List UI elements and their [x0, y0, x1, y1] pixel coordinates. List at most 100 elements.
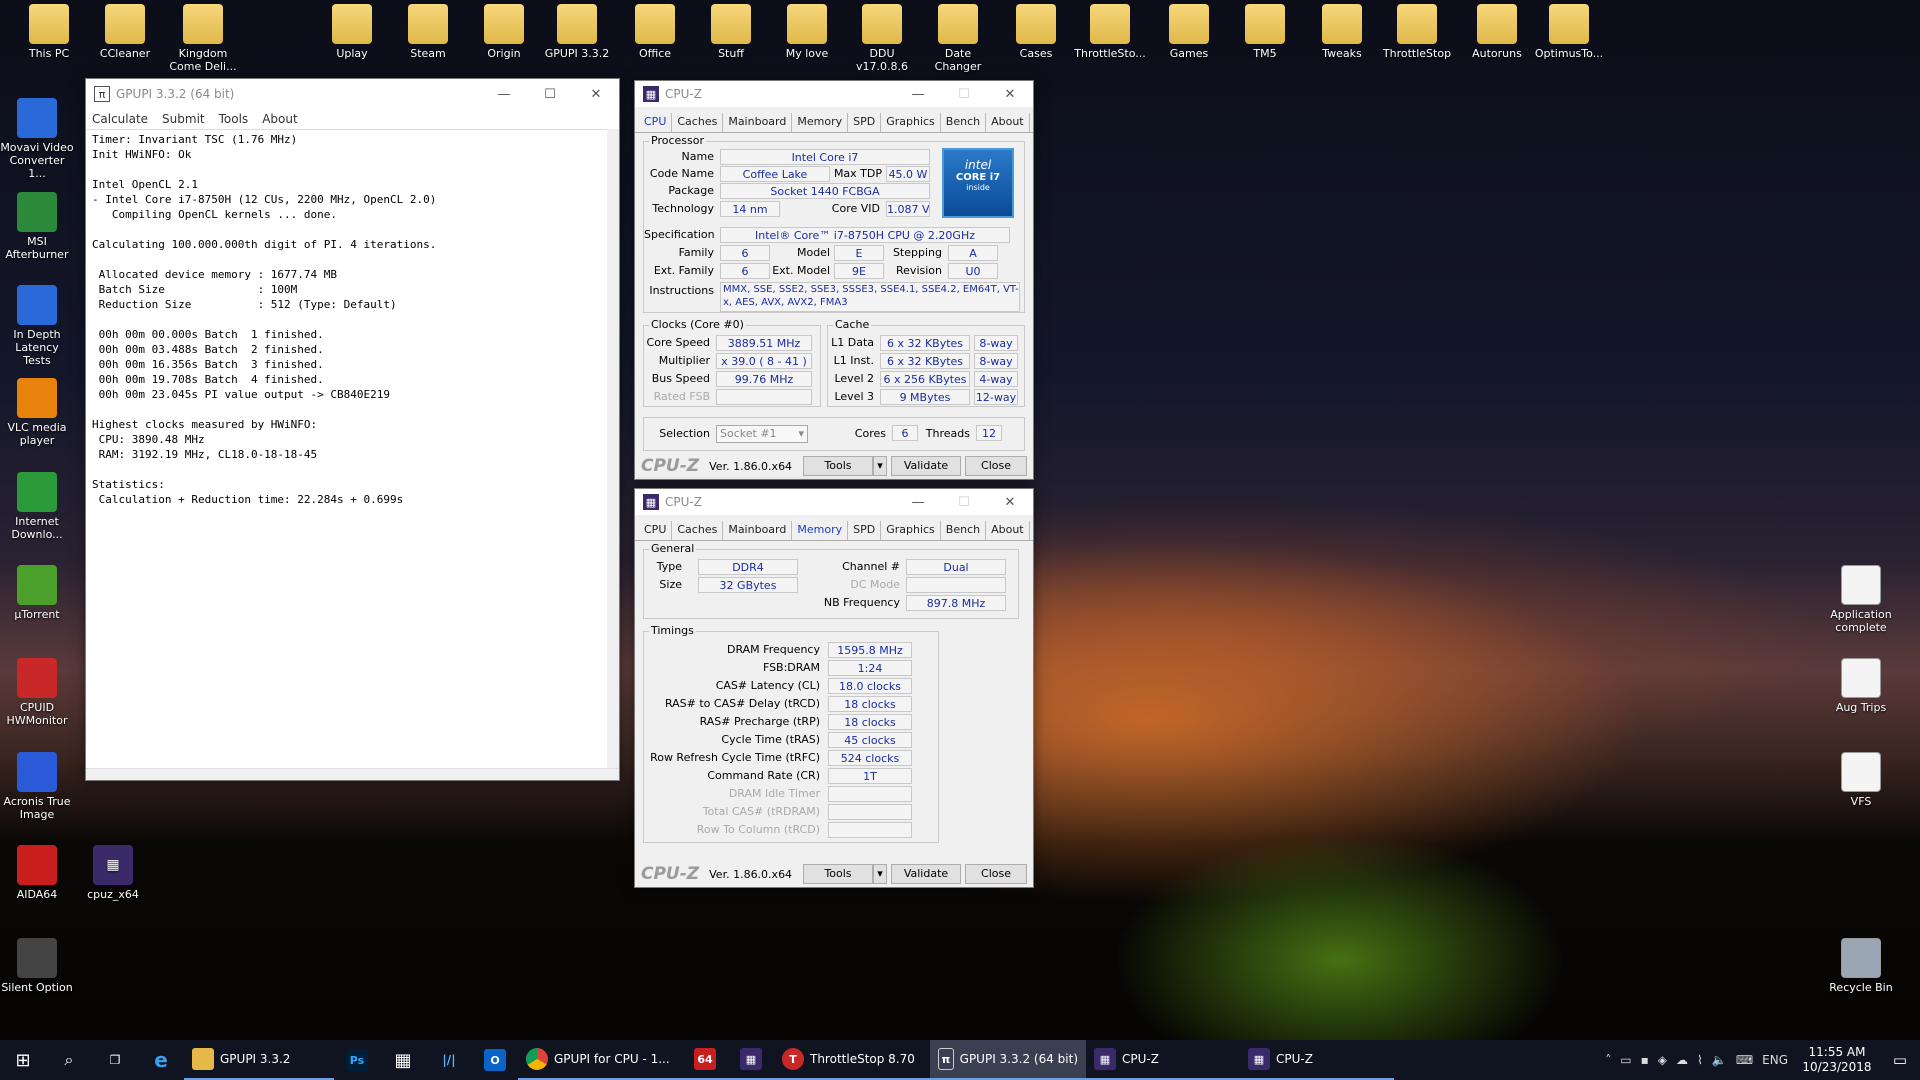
- tab-bench[interactable]: Bench: [941, 521, 987, 540]
- taskbar-cpuz-2[interactable]: ▦ CPU-Z: [1240, 1040, 1394, 1080]
- tab-mainboard[interactable]: Mainboard: [723, 113, 793, 132]
- desktop-icon-steam[interactable]: Steam: [391, 4, 465, 60]
- desktop-icon-optimusto[interactable]: OptimusTo...: [1532, 4, 1606, 60]
- desktop-icon-vlc-media-player[interactable]: VLC media player: [0, 378, 74, 447]
- tab-about[interactable]: About: [986, 521, 1030, 540]
- vertical-scrollbar[interactable]: [607, 129, 619, 768]
- desktop-icon-aida64[interactable]: AIDA64: [0, 845, 74, 901]
- tab-about[interactable]: About: [986, 113, 1030, 132]
- menu-submit[interactable]: Submit: [162, 112, 205, 126]
- tab-cpu[interactable]: CPU: [639, 113, 673, 132]
- tab-graphics[interactable]: Graphics: [881, 113, 941, 132]
- tray-app-icon[interactable]: ▭: [1620, 1053, 1631, 1067]
- language-indicator[interactable]: ENG: [1762, 1053, 1788, 1067]
- minimize-button[interactable]: —: [481, 79, 527, 109]
- minimize-button[interactable]: —: [895, 79, 941, 109]
- cloud-icon[interactable]: ☁: [1676, 1053, 1688, 1067]
- tray-app-icon[interactable]: ▪: [1641, 1053, 1649, 1067]
- tab-caches[interactable]: Caches: [672, 521, 724, 540]
- taskbar-throttlestop[interactable]: T ThrottleStop 8.70: [774, 1040, 930, 1080]
- close-button[interactable]: ✕: [573, 79, 619, 109]
- desktop-icon-gpupi-3-3-2[interactable]: GPUPI 3.3.2: [540, 4, 614, 60]
- desktop-icon-in-depth-latency-tests[interactable]: In Depth Latency Tests: [0, 285, 74, 367]
- desktop-icon-kingdom-come-deli[interactable]: Kingdom Come Deli...: [166, 4, 240, 73]
- socket-select[interactable]: Socket #1 ▾: [716, 425, 808, 443]
- validate-button[interactable]: Validate: [891, 864, 961, 884]
- calculator-button[interactable]: ▦: [380, 1040, 426, 1080]
- desktop-icon-autoruns[interactable]: Autoruns: [1460, 4, 1534, 60]
- desktop-icon-cases[interactable]: Cases: [999, 4, 1073, 60]
- desktop-icon-cpuid-hwmonitor[interactable]: CPUID HWMonitor: [0, 658, 74, 727]
- desktop-icon-msi-afterburner[interactable]: MSI Afterburner: [0, 192, 74, 261]
- tab-cpu[interactable]: CPU: [639, 521, 673, 540]
- tools-dropdown-button[interactable]: ▾: [873, 456, 887, 476]
- keyboard-icon[interactable]: ⌨: [1736, 1053, 1753, 1067]
- desktop-icon-vfs[interactable]: VFS: [1824, 752, 1898, 808]
- desktop-icon-stuff[interactable]: Stuff: [694, 4, 768, 60]
- maximize-button[interactable]: ☐: [941, 79, 987, 109]
- photoshop-button[interactable]: Ps: [334, 1040, 380, 1080]
- maximize-button[interactable]: ☐: [527, 79, 573, 109]
- desktop-icon-recycle-bin[interactable]: Recycle Bin: [1824, 938, 1898, 994]
- tools-button[interactable]: Tools: [803, 864, 873, 884]
- tab-caches[interactable]: Caches: [672, 113, 724, 132]
- close-button[interactable]: Close: [965, 864, 1027, 884]
- taskbar-chrome[interactable]: GPUPI for CPU - 1...: [518, 1040, 682, 1080]
- taskbar-gpupi[interactable]: π GPUPI 3.3.2 (64 bit): [930, 1040, 1086, 1080]
- tab-mainboard[interactable]: Mainboard: [723, 521, 793, 540]
- minimize-button[interactable]: —: [895, 487, 941, 517]
- start-button[interactable]: ⊞: [0, 1040, 46, 1080]
- desktop-icon-movavi-video-converter-1[interactable]: Movavi Video Converter 1...: [0, 98, 74, 180]
- desktop-icon-torrent[interactable]: µTorrent: [0, 565, 74, 621]
- cpuz-pin-button[interactable]: ▦: [728, 1040, 774, 1080]
- desktop-icon-ddu-v17-0-8-6[interactable]: DDU v17.0.8.6: [845, 4, 919, 73]
- desktop-icon-origin[interactable]: Origin: [467, 4, 541, 60]
- tools-button[interactable]: Tools: [803, 456, 873, 476]
- tab-bench[interactable]: Bench: [941, 113, 987, 132]
- desktop-icon-my-love[interactable]: My love: [770, 4, 844, 60]
- cpuz-titlebar[interactable]: ▦ CPU-Z — ☐ ✕: [635, 81, 1033, 107]
- gpupi-titlebar[interactable]: π GPUPI 3.3.2 (64 bit) — ☐ ✕: [86, 79, 619, 109]
- desktop-icon-application-complete[interactable]: Application complete: [1824, 565, 1898, 634]
- network-icon[interactable]: ⌇: [1697, 1053, 1703, 1067]
- clock[interactable]: 11:55 AM 10/23/2018: [1794, 1045, 1880, 1075]
- desktop-icon-uplay[interactable]: Uplay: [315, 4, 389, 60]
- aida64-button[interactable]: 64: [682, 1040, 728, 1080]
- tab-memory[interactable]: Memory: [792, 521, 849, 540]
- tab-memory[interactable]: Memory: [792, 113, 849, 132]
- menu-tools[interactable]: Tools: [219, 112, 249, 126]
- desktop-icon-tweaks[interactable]: Tweaks: [1305, 4, 1379, 60]
- desktop-icon-tm5[interactable]: TM5: [1228, 4, 1302, 60]
- task-view-button[interactable]: ❐: [92, 1040, 138, 1080]
- cpuz-desktop-icon[interactable]: ▦ cpuz_x64: [76, 845, 150, 901]
- horizontal-scrollbar[interactable]: [86, 768, 619, 780]
- desktop-icon-throttlestop[interactable]: ThrottleStop: [1380, 4, 1454, 60]
- desktop-icon-this-pc[interactable]: This PC: [12, 4, 86, 60]
- app-button[interactable]: |/|: [426, 1040, 472, 1080]
- cpuz-titlebar[interactable]: ▦ CPU-Z — ☐ ✕: [635, 489, 1033, 515]
- validate-button[interactable]: Validate: [891, 456, 961, 476]
- menu-about[interactable]: About: [262, 112, 297, 126]
- search-button[interactable]: ⌕: [46, 1040, 92, 1080]
- desktop-icon-ccleaner[interactable]: CCleaner: [88, 4, 162, 60]
- tab-spd[interactable]: SPD: [848, 521, 882, 540]
- taskbar-gpupi-folder[interactable]: GPUPI 3.3.2: [184, 1040, 334, 1080]
- desktop-icon-silent-option[interactable]: Silent Option: [0, 938, 74, 994]
- close-button[interactable]: ✕: [987, 487, 1033, 517]
- dropbox-icon[interactable]: ◈: [1658, 1053, 1667, 1067]
- chevron-up-icon[interactable]: ˄: [1605, 1053, 1611, 1067]
- desktop-icon-aug-trips[interactable]: Aug Trips: [1824, 658, 1898, 714]
- desktop-icon-acronis-true-image[interactable]: Acronis True Image: [0, 752, 74, 821]
- desktop-icon-office[interactable]: Office: [618, 4, 692, 60]
- maximize-button[interactable]: ☐: [941, 487, 987, 517]
- notifications-button[interactable]: ▭: [1880, 1051, 1920, 1069]
- volume-icon[interactable]: 🔈: [1712, 1053, 1727, 1067]
- desktop-icon-internet-downlo[interactable]: Internet Downlo...: [0, 472, 74, 541]
- tab-graphics[interactable]: Graphics: [881, 521, 941, 540]
- desktop-icon-throttlesto[interactable]: ThrottleSto...: [1073, 4, 1147, 60]
- taskbar-cpuz-1[interactable]: ▦ CPU-Z: [1086, 1040, 1240, 1080]
- desktop-icon-date-changer[interactable]: Date Changer: [921, 4, 995, 73]
- tools-dropdown-button[interactable]: ▾: [873, 864, 887, 884]
- edge-button[interactable]: e: [138, 1040, 184, 1080]
- menu-calculate[interactable]: Calculate: [92, 112, 148, 126]
